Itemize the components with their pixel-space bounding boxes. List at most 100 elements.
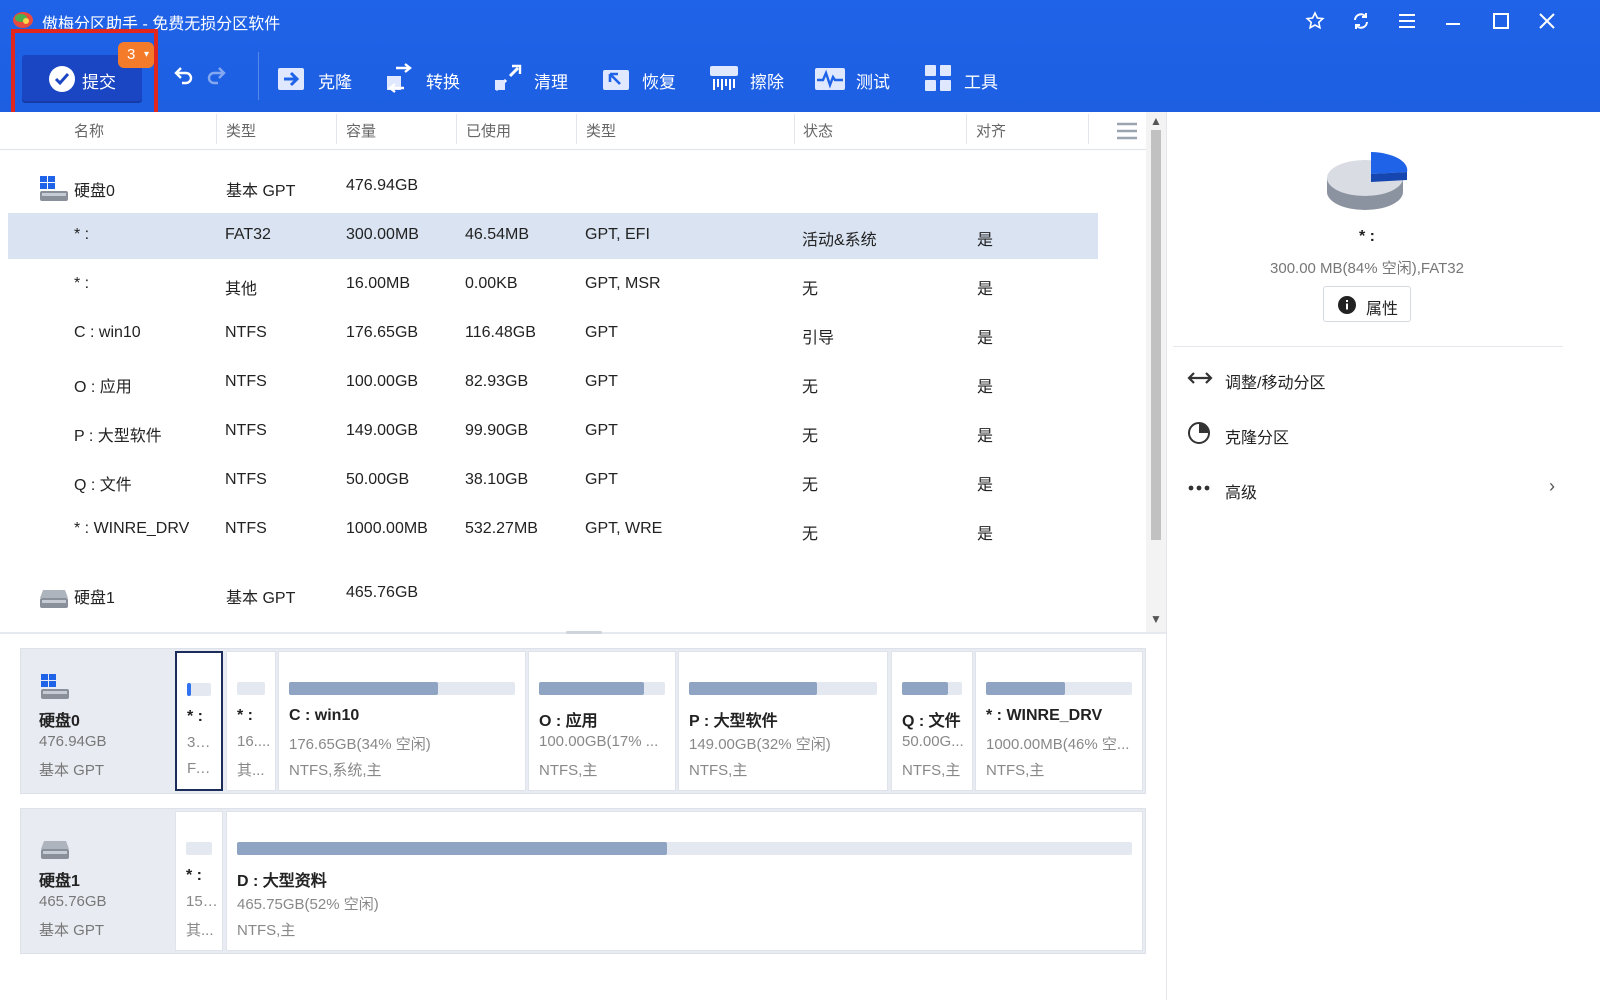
column-header-type[interactable]: 类型	[586, 120, 616, 141]
recover-label: 恢复	[642, 73, 676, 92]
resize-move-action[interactable]: 调整/移动分区	[1187, 360, 1567, 396]
properties-label: 属性	[1366, 301, 1399, 318]
maximize-icon[interactable]	[1484, 6, 1518, 36]
pane-splitter[interactable]	[0, 631, 1166, 634]
partition-status: 引导	[802, 330, 835, 347]
undo-icon[interactable]	[170, 64, 196, 90]
minimize-icon[interactable]	[1436, 6, 1470, 36]
clone-partition-action[interactable]: 克隆分区	[1187, 415, 1567, 451]
vertical-scrollbar[interactable]: ▲ ▼	[1146, 112, 1166, 632]
disk-type: 基本 GPT	[226, 183, 296, 200]
partition-block[interactable]: O : 应用 100.00GB(17% ... NTFS,主	[528, 651, 676, 791]
clone-button[interactable]: 克隆	[276, 60, 366, 96]
partition-name: * :	[187, 708, 203, 725]
partition-type: NTFS,主	[689, 762, 748, 779]
menu-icon[interactable]	[1390, 6, 1424, 36]
column-header-name[interactable]: 名称	[74, 120, 104, 141]
table-row[interactable]: C : win10 NTFS 176.65GB 116.48GB GPT 引导 …	[8, 311, 1098, 357]
system-disk-icon	[41, 674, 69, 699]
scrollbar-thumb[interactable]	[1151, 130, 1161, 540]
disk-info[interactable]: 硬盘1 465.76GB 基本 GPT	[21, 809, 173, 953]
column-divider[interactable]	[794, 114, 795, 144]
favorite-icon[interactable]	[1298, 6, 1332, 36]
disk-capacity: 476.94GB	[346, 177, 419, 194]
column-header-status[interactable]: 状态	[803, 120, 833, 141]
usage-fill	[902, 682, 948, 695]
close-icon[interactable]	[1530, 6, 1564, 36]
table-row[interactable]: P : 大型软件 NTFS 149.00GB 99.90GB GPT 无 是	[8, 409, 1098, 455]
column-divider[interactable]	[966, 114, 967, 144]
partition-block[interactable]: * : 15.... 其...	[175, 811, 223, 951]
table-row[interactable]: * : WINRE_DRV NTFS 1000.00MB 532.27MB GP…	[8, 507, 1098, 553]
partition-type: GPT, MSR	[585, 275, 661, 292]
partition-align: 是	[977, 232, 994, 249]
partition-status: 无	[802, 428, 819, 445]
usage-bar	[289, 682, 515, 695]
disk-info[interactable]: 硬盘0 476.94GB 基本 GPT	[21, 649, 173, 793]
advanced-action[interactable]: 高级 ›	[1187, 470, 1567, 506]
table-row[interactable]: O : 应用 NTFS 100.00GB 82.93GB GPT 无 是	[8, 360, 1098, 406]
column-header-fs[interactable]: 类型	[226, 120, 256, 141]
column-settings-icon[interactable]	[1116, 121, 1138, 141]
test-button[interactable]: 测试	[814, 60, 904, 96]
partition-status: 无	[802, 526, 819, 543]
resize-move-label: 调整/移动分区	[1225, 375, 1326, 392]
partition-type: GPT	[585, 471, 618, 488]
column-header-used[interactable]: 已使用	[466, 120, 511, 141]
scroll-down-icon[interactable]: ▼	[1149, 612, 1163, 626]
convert-label: 转换	[426, 73, 460, 92]
test-label: 测试	[856, 73, 890, 92]
partition-name: O : 应用	[74, 379, 132, 396]
convert-icon	[387, 63, 412, 93]
chevron-down-icon: ▾	[143, 49, 149, 60]
partition-used: 99.90GB	[465, 422, 529, 439]
convert-button[interactable]: 转换	[384, 60, 474, 96]
redo-icon[interactable]	[204, 64, 230, 90]
partition-align: 是	[977, 526, 994, 543]
partition-name: * :	[74, 226, 90, 243]
recover-button[interactable]: 恢复	[600, 60, 690, 96]
tools-button[interactable]: 工具	[922, 60, 1012, 96]
partition-type: 其...	[237, 762, 265, 779]
disk-row-1[interactable]: 硬盘1 基本 GPT 465.76GB	[8, 571, 1098, 617]
refresh-icon[interactable]	[1344, 6, 1378, 36]
wipe-button[interactable]: 擦除	[708, 60, 798, 96]
partition-block[interactable]: * : 300... FA...	[175, 651, 223, 791]
partition-size: 149.00GB(32% 空闲)	[689, 736, 831, 753]
disk-size: 476.94GB	[39, 733, 107, 750]
cleanup-button[interactable]: 清理	[492, 60, 582, 96]
partition-size: 176.65GB(34% 空闲)	[289, 736, 431, 753]
pending-count-badge[interactable]: 3 ▾	[118, 42, 154, 68]
column-divider[interactable]	[456, 114, 457, 144]
column-header-capacity[interactable]: 容量	[346, 120, 376, 141]
column-divider[interactable]	[576, 114, 577, 144]
partition-block[interactable]: C : win10 176.65GB(34% 空闲) NTFS,系统,主	[278, 651, 526, 791]
partition-size: 300...	[187, 734, 217, 751]
partition-block[interactable]: * : WINRE_DRV 1000.00MB(46% 空... NTFS,主	[975, 651, 1143, 791]
properties-button[interactable]: 属性	[1323, 286, 1411, 322]
column-divider[interactable]	[1088, 114, 1089, 144]
partition-used: 532.27MB	[465, 520, 538, 537]
partition-block[interactable]: P : 大型软件 149.00GB(32% 空闲) NTFS,主	[678, 651, 888, 791]
scroll-up-icon[interactable]: ▲	[1149, 114, 1163, 128]
column-header-align[interactable]: 对齐	[976, 120, 1006, 141]
column-divider[interactable]	[336, 114, 337, 144]
disk-map-1: 硬盘1 465.76GB 基本 GPT * : 15.... 其... D : …	[20, 808, 1146, 954]
partition-fs: NTFS	[225, 422, 267, 439]
advanced-label: 高级	[1225, 485, 1258, 502]
splitter-grip[interactable]	[566, 631, 602, 634]
partition-block[interactable]: D : 大型资料 465.75GB(52% 空闲) NTFS,主	[226, 811, 1143, 951]
table-row[interactable]: * : FAT32 300.00MB 46.54MB GPT, EFI 活动&系…	[8, 213, 1098, 259]
partition-size: 1000.00MB(46% 空...	[986, 736, 1130, 753]
table-row[interactable]: * : 其他 16.00MB 0.00KB GPT, MSR 无 是	[8, 262, 1098, 308]
partition-align: 是	[977, 379, 994, 396]
disk-map-0: 硬盘0 476.94GB 基本 GPT * : 300... FA... * :…	[20, 648, 1146, 794]
disk-row-0[interactable]: 硬盘0 基本 GPT 476.94GB	[8, 164, 1098, 210]
table-row[interactable]: Q : 文件 NTFS 50.00GB 38.10GB GPT 无 是	[8, 458, 1098, 504]
properties-pane: * : 300.00 MB(84% 空闲),FAT32 属性 调整/移动分区 克…	[1166, 112, 1600, 1000]
partition-block[interactable]: Q : 文件 50.00G... NTFS,主	[891, 651, 973, 791]
top-toolbar: 傲梅分区助手 - 免费无损分区软件 提交 3 ▾ 克隆 转换 清理 恢复 擦除 …	[0, 0, 1600, 127]
column-divider[interactable]	[216, 114, 217, 144]
partition-block[interactable]: * : 16.... 其...	[226, 651, 276, 791]
partition-fs: NTFS	[225, 520, 267, 537]
